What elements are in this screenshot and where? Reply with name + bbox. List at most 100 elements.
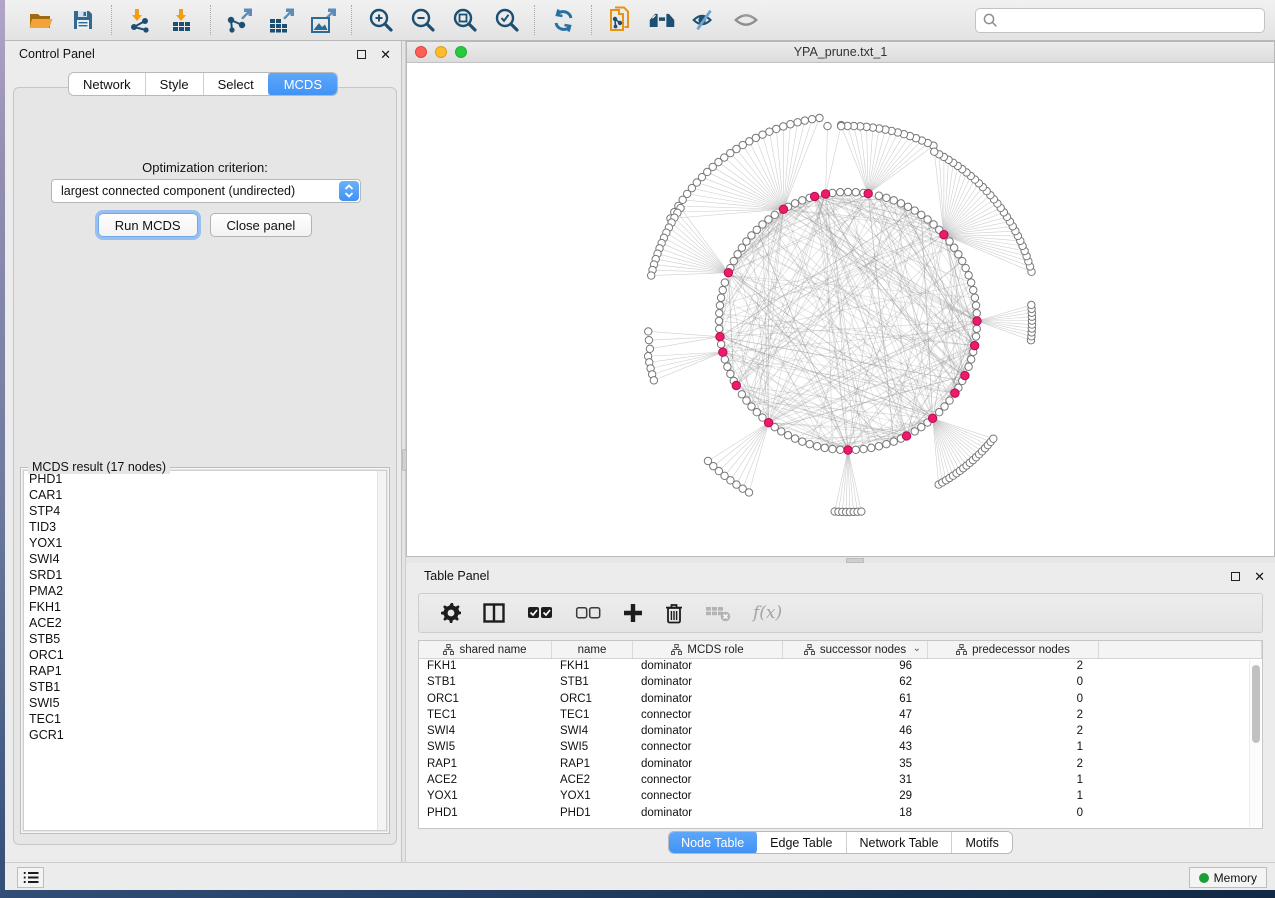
table-body: FKH1FKH1dominator962STB1STB1dominator620… <box>419 659 1262 822</box>
add-row-button[interactable] <box>623 603 643 623</box>
column-header-predecessor-nodes[interactable]: predecessor nodes <box>928 641 1099 658</box>
mcds-result-item[interactable]: ACE2 <box>24 615 386 631</box>
run-mcds-button[interactable]: Run MCDS <box>98 213 198 237</box>
export-table-button[interactable] <box>267 6 295 34</box>
table-row[interactable]: YOX1YOX1connector291 <box>419 789 1262 805</box>
table-row[interactable]: PHD1PHD1dominator180 <box>419 806 1262 822</box>
show-graphics-details-button[interactable] <box>732 6 760 34</box>
mcds-result-item[interactable]: SWI4 <box>24 551 386 567</box>
table-row[interactable]: STB1STB1dominator620 <box>419 675 1262 691</box>
column-header-shared-name[interactable]: shared name <box>419 641 552 658</box>
mcds-list-scrollbar[interactable] <box>377 471 386 830</box>
apply-function-button: f(x) <box>753 603 782 623</box>
save-session-button[interactable] <box>69 6 97 34</box>
zoom-out-button[interactable] <box>408 6 436 34</box>
mcds-result-list[interactable]: PHD1CAR1STP4TID3YOX1SWI4SRD1PMA2FKH1ACE2… <box>23 470 387 831</box>
column-header-empty <box>1099 641 1262 658</box>
table-cell <box>1099 789 1262 805</box>
table-cell: SWI4 <box>419 724 552 740</box>
mcds-result-item[interactable]: FKH1 <box>24 599 386 615</box>
import-network-button[interactable] <box>126 6 154 34</box>
memory-button[interactable]: Memory <box>1189 867 1267 888</box>
tab-edge-table[interactable]: Edge Table <box>757 832 846 853</box>
close-panel-icon[interactable]: ✕ <box>1254 570 1265 583</box>
mcds-result-item[interactable]: YOX1 <box>24 535 386 551</box>
clear-selection-button[interactable] <box>575 606 601 620</box>
hide-graphics-details-button[interactable] <box>690 6 718 34</box>
zoom-selected-icon <box>493 7 520 34</box>
open-file-button[interactable] <box>27 6 55 34</box>
mcds-result-item[interactable]: STP4 <box>24 503 386 519</box>
refresh-layout-button[interactable] <box>549 6 577 34</box>
table-panel-title: Table Panel <box>424 569 489 583</box>
float-panel-icon[interactable] <box>357 50 366 59</box>
zoom-selected-button[interactable] <box>492 6 520 34</box>
search-input[interactable] <box>975 8 1265 33</box>
mcds-result-title: MCDS result (17 nodes) <box>28 460 170 474</box>
mcds-result-item[interactable]: ORC1 <box>24 647 386 663</box>
table-cell: STB1 <box>419 675 552 691</box>
columns-icon <box>483 603 505 623</box>
tab-select[interactable]: Select <box>204 73 269 95</box>
new-network-from-selection-button[interactable] <box>606 6 634 34</box>
binoculars-icon <box>648 8 676 32</box>
table-row[interactable]: TEC1TEC1connector472 <box>419 708 1262 724</box>
table-row[interactable]: ACE2ACE2connector311 <box>419 773 1262 789</box>
task-history-button[interactable] <box>17 867 44 888</box>
cytoscape-window: Control Panel ✕ NetworkStyleSelectMCDS O… <box>5 0 1275 890</box>
column-header-MCDS-role[interactable]: MCDS role <box>633 641 783 658</box>
select-all-button[interactable] <box>527 606 553 620</box>
export-network-button[interactable] <box>225 6 253 34</box>
table-row[interactable]: FKH1FKH1dominator962 <box>419 659 1262 675</box>
show-details-eye-icon <box>732 7 760 33</box>
table-cell <box>1099 659 1262 675</box>
table-cell: dominator <box>633 692 783 708</box>
table-cell: 96 <box>783 659 928 675</box>
mcds-result-item[interactable]: TID3 <box>24 519 386 535</box>
table-row[interactable]: ORC1ORC1dominator610 <box>419 692 1262 708</box>
tab-network[interactable]: Network <box>69 73 146 95</box>
mcds-result-item[interactable]: CAR1 <box>24 487 386 503</box>
column-header-successor-nodes[interactable]: successor nodes⌄ <box>783 641 928 658</box>
tab-style[interactable]: Style <box>146 73 204 95</box>
mcds-result-item[interactable]: SWI5 <box>24 695 386 711</box>
table-scrollbar[interactable] <box>1249 660 1261 827</box>
table-cell: connector <box>633 789 783 805</box>
network-window-titlebar[interactable]: YPA_prune.txt_1 <box>407 42 1274 63</box>
zoom-in-button[interactable] <box>366 6 394 34</box>
scrollbar-thumb[interactable] <box>1252 665 1260 743</box>
import-table-button[interactable] <box>168 6 196 34</box>
mcds-result-item[interactable]: STB1 <box>24 679 386 695</box>
column-header-name[interactable]: name <box>552 641 633 658</box>
close-panel-icon[interactable]: ✕ <box>380 48 391 61</box>
search-network-button[interactable] <box>648 6 676 34</box>
mcds-result-item[interactable]: STB5 <box>24 631 386 647</box>
tab-node-table[interactable]: Node Table <box>668 831 758 854</box>
shared-column-icon <box>804 644 815 655</box>
trash-icon <box>665 603 683 624</box>
mcds-result-item[interactable]: PMA2 <box>24 583 386 599</box>
mcds-result-item[interactable]: SRD1 <box>24 567 386 583</box>
table-cell: YOX1 <box>419 789 552 805</box>
tab-network-table[interactable]: Network Table <box>847 832 953 853</box>
mcds-result-item[interactable]: TEC1 <box>24 711 386 727</box>
table-row[interactable]: SWI4SWI4dominator462 <box>419 724 1262 740</box>
mcds-result-item[interactable]: RAP1 <box>24 663 386 679</box>
tab-motifs[interactable]: Motifs <box>952 832 1011 853</box>
float-panel-icon[interactable] <box>1231 572 1240 581</box>
sort-descending-icon: ⌄ <box>913 643 921 654</box>
zoom-fit-icon <box>451 7 478 34</box>
close-panel-button[interactable]: Close panel <box>210 213 313 237</box>
delete-rows-button[interactable] <box>665 603 683 624</box>
zoom-fit-button[interactable] <box>450 6 478 34</box>
export-image-button[interactable] <box>309 6 337 34</box>
show-columns-button[interactable] <box>483 603 505 623</box>
table-row[interactable]: SWI5SWI5connector431 <box>419 740 1262 756</box>
mcds-result-item[interactable]: GCR1 <box>24 727 386 743</box>
network-canvas[interactable] <box>407 63 1274 556</box>
criterion-dropdown[interactable]: largest connected component (undirected) <box>51 179 361 203</box>
table-row[interactable]: RAP1RAP1dominator352 <box>419 757 1262 773</box>
table-cell <box>1099 675 1262 691</box>
table-settings-button[interactable] <box>441 603 461 623</box>
tab-mcds[interactable]: MCDS <box>268 72 338 96</box>
